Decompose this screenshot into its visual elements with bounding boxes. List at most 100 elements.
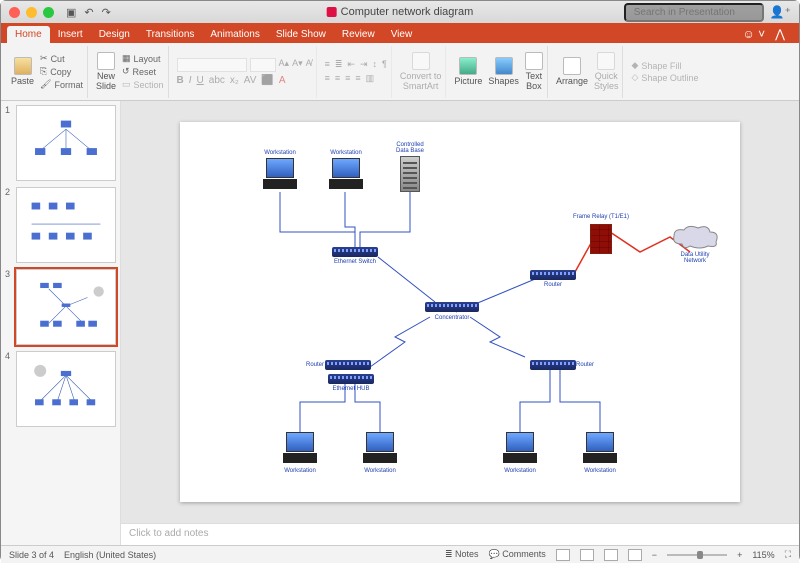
clear-format-icon[interactable]: A̸ bbox=[306, 58, 312, 72]
thumb-4[interactable]: 4 bbox=[5, 351, 116, 427]
tab-home[interactable]: Home bbox=[7, 26, 50, 43]
cloud-node[interactable] bbox=[670, 224, 720, 250]
workstation-node[interactable] bbox=[362, 432, 398, 466]
tab-slideshow[interactable]: Slide Show bbox=[268, 26, 334, 43]
ribbon-help-icon[interactable]: ☺ ˅ ⋀ bbox=[735, 25, 793, 43]
arrange-icon bbox=[563, 57, 581, 75]
qat-undo-icon[interactable]: ↶ bbox=[84, 6, 93, 19]
reset-button[interactable]: ↺Reset bbox=[122, 66, 164, 77]
paste-button[interactable]: Paste bbox=[11, 57, 34, 86]
bullets-icon[interactable]: ≡ bbox=[325, 59, 330, 70]
indent-left-icon[interactable]: ⇤ bbox=[347, 59, 355, 70]
label: Workstation bbox=[364, 468, 396, 474]
fit-to-window-icon[interactable]: ⛶ bbox=[785, 549, 791, 560]
tab-transitions[interactable]: Transitions bbox=[138, 26, 203, 43]
language-indicator[interactable]: English (United States) bbox=[64, 550, 156, 560]
copy-button[interactable]: ⎘Copy bbox=[40, 66, 83, 77]
tab-view[interactable]: View bbox=[383, 26, 421, 43]
new-slide-button[interactable]: New Slide bbox=[96, 52, 116, 91]
format-button[interactable]: 🖌Format bbox=[40, 79, 83, 90]
underline-button[interactable]: U bbox=[197, 75, 204, 86]
font-size-input[interactable] bbox=[250, 58, 276, 72]
comments-toggle[interactable]: 💬 Comments bbox=[489, 549, 546, 560]
reading-view-icon[interactable] bbox=[604, 549, 618, 561]
zoom-level[interactable]: 115% bbox=[752, 550, 774, 560]
normal-view-icon[interactable] bbox=[556, 549, 570, 561]
router-node[interactable] bbox=[530, 270, 576, 280]
notes-pane[interactable]: Click to add notes bbox=[121, 523, 799, 545]
share-icon[interactable]: 👤⁺ bbox=[770, 5, 791, 19]
tab-review[interactable]: Review bbox=[334, 26, 383, 43]
font-face-input[interactable] bbox=[177, 58, 247, 72]
thumb-2[interactable]: 2 bbox=[5, 187, 116, 263]
shape-outline-button[interactable]: ◇Shape Outline bbox=[631, 72, 698, 83]
shape-fill-button[interactable]: ◆Shape Fill bbox=[631, 60, 681, 71]
zoom-slider[interactable] bbox=[667, 554, 727, 556]
workstation-node[interactable] bbox=[262, 158, 298, 192]
workstation-node[interactable] bbox=[282, 432, 318, 466]
close-window[interactable] bbox=[9, 7, 20, 18]
switch-node[interactable] bbox=[332, 247, 378, 257]
search-input[interactable] bbox=[624, 3, 764, 22]
qat-redo-icon[interactable]: ↷ bbox=[102, 6, 111, 19]
decrease-font-icon[interactable]: A▾ bbox=[292, 58, 303, 72]
zoom-out-icon[interactable]: − bbox=[652, 550, 657, 560]
highlight-button[interactable]: ⬛ bbox=[261, 75, 273, 86]
picture-button[interactable]: Picture bbox=[454, 57, 482, 86]
bold-button[interactable]: B bbox=[177, 75, 184, 86]
qat-save-icon[interactable]: ▣ bbox=[66, 6, 76, 19]
quick-styles-button[interactable]: Quick Styles bbox=[594, 52, 619, 91]
increase-font-icon[interactable]: A▴ bbox=[279, 58, 290, 72]
textbox-icon bbox=[525, 52, 543, 70]
shapes-button[interactable]: Shapes bbox=[488, 57, 519, 86]
tab-insert[interactable]: Insert bbox=[50, 26, 91, 43]
columns-icon[interactable]: ▥ bbox=[366, 73, 375, 84]
firewall-node[interactable] bbox=[590, 224, 612, 254]
indent-right-icon[interactable]: ⇥ bbox=[360, 59, 368, 70]
textbox-button[interactable]: Text Box bbox=[525, 52, 543, 91]
workstation-node[interactable] bbox=[582, 432, 618, 466]
numbering-icon[interactable]: ≣ bbox=[335, 59, 343, 70]
section-icon: ▭ bbox=[122, 79, 131, 90]
strike-button[interactable]: abc bbox=[209, 75, 225, 86]
workstation-node[interactable] bbox=[328, 158, 364, 192]
convert-smartart-button[interactable]: Convert to SmartArt bbox=[400, 52, 442, 91]
thumb-3[interactable]: 3 bbox=[5, 269, 116, 345]
slide-canvas[interactable]: Workstation Workstation Controlled Data … bbox=[180, 122, 740, 502]
align-center-icon[interactable]: ≡ bbox=[335, 73, 340, 84]
subscript-button[interactable]: x₂ bbox=[230, 75, 239, 86]
router-node[interactable] bbox=[530, 360, 576, 370]
text-direction-icon[interactable]: ¶ bbox=[382, 59, 387, 70]
label: Router bbox=[306, 362, 324, 368]
server-node[interactable] bbox=[400, 156, 420, 192]
cut-button[interactable]: ✂Cut bbox=[40, 53, 83, 64]
format-painter-icon: 🖌 bbox=[40, 79, 51, 90]
notes-toggle[interactable]: ≣ Notes bbox=[445, 549, 479, 560]
ribbon-tabs: Home Insert Design Transitions Animation… bbox=[1, 23, 799, 43]
arrange-button[interactable]: Arrange bbox=[556, 57, 588, 86]
concentrator-node[interactable] bbox=[425, 302, 479, 312]
slideshow-view-icon[interactable] bbox=[628, 549, 642, 561]
label: Concentrator bbox=[435, 315, 470, 321]
sorter-view-icon[interactable] bbox=[580, 549, 594, 561]
superscript-button[interactable]: AV bbox=[244, 75, 257, 86]
thumb-1[interactable]: 1 bbox=[5, 105, 116, 181]
align-right-icon[interactable]: ≡ bbox=[345, 73, 350, 84]
section-button[interactable]: ▭Section bbox=[122, 79, 164, 90]
minimize-window[interactable] bbox=[26, 7, 37, 18]
justify-icon[interactable]: ≡ bbox=[355, 73, 360, 84]
font-color-button[interactable]: A bbox=[279, 75, 286, 86]
label: Ethernet Switch bbox=[334, 259, 376, 265]
layout-button[interactable]: ▦Layout bbox=[122, 53, 164, 64]
align-left-icon[interactable]: ≡ bbox=[325, 73, 330, 84]
workstation-node[interactable] bbox=[502, 432, 538, 466]
zoom-window[interactable] bbox=[43, 7, 54, 18]
zoom-in-icon[interactable]: + bbox=[737, 550, 742, 560]
router-node[interactable] bbox=[325, 360, 371, 370]
new-slide-icon bbox=[97, 52, 115, 70]
tab-design[interactable]: Design bbox=[91, 26, 138, 43]
italic-button[interactable]: I bbox=[189, 75, 192, 86]
line-spacing-icon[interactable]: ↕ bbox=[373, 59, 378, 70]
tab-animations[interactable]: Animations bbox=[202, 26, 267, 43]
hub-node[interactable] bbox=[328, 374, 374, 384]
